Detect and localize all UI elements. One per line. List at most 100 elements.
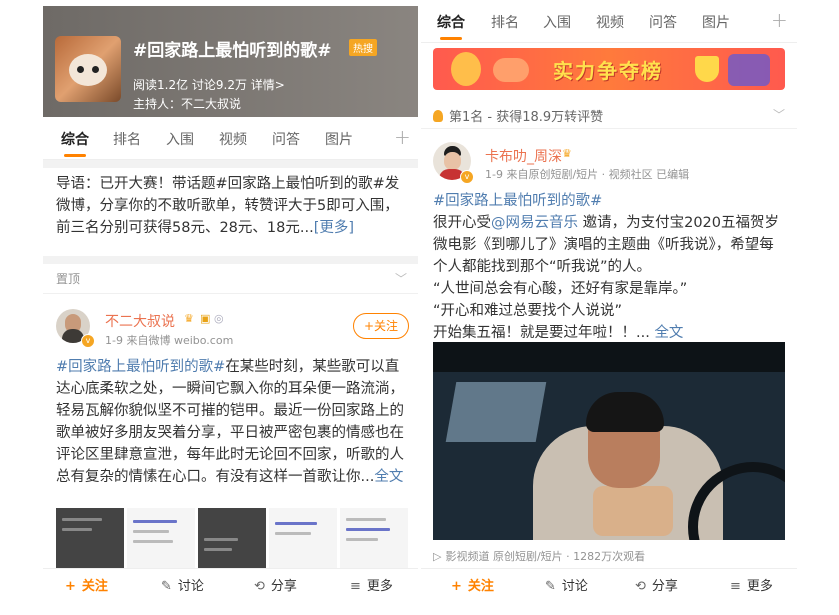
expand-link[interactable]: 全文 [374, 469, 403, 485]
edit-icon: ✎ [161, 579, 172, 594]
topic-page-right: 综合 排名 入围 视频 问答 图片 + 实力争夺榜 第1名 - 获得18.9万转… [421, 0, 797, 615]
action-bar: + 关注 ✎ 讨论 ⟲ 分享 ≡ 更多 [421, 568, 797, 605]
menu-icon: ≡ [350, 579, 361, 594]
level-badge-icon: ▣ [200, 312, 211, 325]
tab-overview[interactable]: 综合 [61, 129, 89, 149]
member-badge-icon: ♛ [184, 312, 194, 325]
section-divider [43, 160, 418, 168]
share-action[interactable]: ⟲ 分享 [254, 569, 297, 605]
more-action[interactable]: ≡ 更多 [730, 569, 773, 605]
comment-action-label: 讨论 [177, 579, 204, 594]
comment-action[interactable]: ✎ 讨论 [545, 569, 588, 605]
image-thumbnail[interactable] [127, 508, 195, 568]
verified-icon: v [460, 170, 474, 184]
topic-title: #回家路上最怕听到的歌# [133, 41, 332, 61]
video-meta: ▷ 影视频道 原创短剧/短片 · 1282万次观看 [433, 548, 645, 564]
expand-link[interactable]: 全文 [654, 325, 683, 341]
image-grid [56, 508, 408, 568]
gift-icon [728, 54, 770, 86]
hashtag-link[interactable]: #回家路上最怕听到的歌# [56, 359, 225, 375]
post-body: #回家路上最怕听到的歌# 很开心受@网易云音乐 邀请，为支付宝2020五福贺岁微… [433, 190, 785, 344]
eye-icon [92, 66, 99, 73]
follow-action-label: 关注 [467, 579, 494, 594]
topic-guide: 导语：已开大赛！带话题#回家路上最怕听到的歌#发微博，分享你的不敢听歌单，转赞评… [56, 173, 408, 239]
tab-ranking[interactable]: 排名 [113, 129, 141, 149]
tab-ranking[interactable]: 排名 [491, 12, 519, 32]
topic-header: #回家路上最怕听到的歌# 热搜 阅读1.2亿 讨论9.2万 详情> 主持人：不二… [43, 6, 418, 117]
mention-link[interactable]: @网易云音乐 [491, 215, 578, 231]
tab-video[interactable]: 视频 [596, 12, 624, 32]
add-tab-icon[interactable]: + [394, 125, 411, 149]
share-action-label: 分享 [270, 579, 297, 594]
plus-icon: + [65, 579, 76, 594]
member-badge-icon: ♛ [562, 147, 572, 160]
badge-decoration [493, 58, 529, 82]
chevron-down-icon[interactable]: ﹀ [395, 270, 407, 287]
red-panda-face [69, 54, 107, 86]
topic-host[interactable]: 主持人：不二大叔说 [133, 95, 241, 112]
topic-tabs: 综合 排名 入围 视频 问答 图片 + [421, 0, 797, 43]
eye-icon [77, 66, 84, 73]
trophy-icon [451, 52, 481, 86]
topic-page-left: #回家路上最怕听到的歌# 热搜 阅读1.2亿 讨论9.2万 详情> 主持人：不二… [43, 0, 418, 615]
video-player[interactable] [433, 342, 785, 540]
more-action[interactable]: ≡ 更多 [350, 569, 393, 605]
image-thumbnail[interactable] [340, 508, 408, 568]
topic-stats[interactable]: 阅读1.2亿 讨论9.2万 详情> [133, 76, 285, 93]
trophy-icon [695, 56, 719, 82]
guide-more-link[interactable]: [更多] [314, 220, 354, 236]
chevron-down-icon[interactable]: ﹀ [773, 106, 785, 123]
topic-tabs: 综合 排名 入围 视频 问答 图片 + [43, 117, 418, 160]
follow-action[interactable]: + 关注 [451, 569, 494, 605]
menu-icon: ≡ [730, 579, 741, 594]
post-text: 开始集五福！就是要过年啦！！... [433, 325, 655, 341]
active-tab-indicator [440, 37, 462, 40]
post-text: 在某些时刻，某些歌可以直达心底柔软之处，一瞬间它飘入你的耳朵便一路流淌，轻易瓦解… [56, 359, 404, 485]
follow-button[interactable]: +关注 [353, 313, 409, 339]
action-bar: + 关注 ✎ 讨论 ⟲ 分享 ≡ 更多 [43, 568, 418, 605]
tab-qa[interactable]: 问答 [272, 129, 300, 149]
image-thumbnail[interactable] [56, 508, 124, 568]
more-action-label: 更多 [366, 579, 393, 594]
tab-shortlist[interactable]: 入围 [166, 129, 194, 149]
verified-icon: v [81, 334, 95, 348]
image-thumbnail[interactable] [269, 508, 337, 568]
share-icon: ⟲ [635, 579, 646, 594]
more-action-label: 更多 [746, 579, 773, 594]
tab-shortlist[interactable]: 入围 [543, 12, 571, 32]
share-action-label: 分享 [651, 579, 678, 594]
post-meta: 1-9 来自原创短剧/短片 · 视频社区 已编辑 [485, 168, 690, 181]
post-text-main: 很开心受@网易云音乐 邀请，为支付宝2020五福贺岁微电影《到哪儿了》演唱的主题… [433, 212, 785, 278]
pinned-label: 置顶 [56, 272, 81, 286]
post-username[interactable]: 卡布叻_周深 [485, 146, 562, 166]
video-icon: ▷ [433, 550, 442, 563]
quote-line: “开心和难过总要找个人说说” [433, 303, 623, 319]
image-thumbnail[interactable] [198, 508, 266, 568]
tab-images[interactable]: 图片 [325, 129, 353, 149]
comment-action[interactable]: ✎ 讨论 [161, 569, 204, 605]
active-tab-indicator [64, 154, 86, 157]
divider-line [421, 128, 797, 129]
banner-title: 实力争夺榜 [553, 59, 663, 83]
add-tab-icon[interactable]: + [771, 8, 788, 32]
video-frame-top [433, 342, 785, 372]
edit-icon: ✎ [545, 579, 556, 594]
comment-action-label: 讨论 [561, 579, 588, 594]
hashtag-link[interactable]: #回家路上最怕听到的歌# [433, 190, 785, 212]
post-body: #回家路上最怕听到的歌#在某些时刻，某些歌可以直达心底柔软之处，一瞬间它飘入你的… [56, 356, 408, 488]
follow-action-label: 关注 [81, 579, 108, 594]
car-window [445, 382, 547, 442]
avatar-face [444, 152, 461, 170]
ranking-banner[interactable]: 实力争夺榜 [433, 48, 785, 90]
tab-video[interactable]: 视频 [219, 129, 247, 149]
medal-icon: ◎ [214, 312, 224, 325]
tab-overview[interactable]: 综合 [437, 12, 465, 32]
hot-badge: 热搜 [349, 39, 377, 56]
tab-images[interactable]: 图片 [702, 12, 730, 32]
rank-text: 第1名 - 获得18.9万转评赞 [449, 110, 604, 125]
post-meta: 1-9 来自微博 weibo.com [105, 334, 234, 347]
post-username[interactable]: 不二大叔说 [105, 311, 175, 331]
tab-qa[interactable]: 问答 [649, 12, 677, 32]
share-action[interactable]: ⟲ 分享 [635, 569, 678, 605]
follow-action[interactable]: + 关注 [65, 569, 108, 605]
